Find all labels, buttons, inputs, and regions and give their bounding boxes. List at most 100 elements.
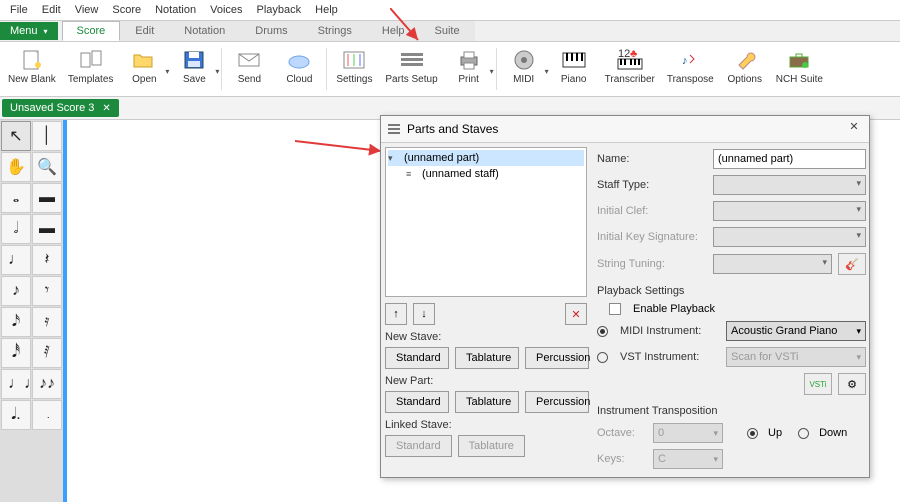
transpose-down-radio[interactable] [798,428,809,439]
name-label: Name: [597,153,707,165]
new-stave-percussion-button[interactable]: Percussion [525,347,589,369]
palette-dot[interactable]: 𝅭 [32,400,62,430]
palette-whole-rest[interactable]: ▬ [32,183,62,213]
new-part-percussion-button[interactable]: Percussion [525,391,589,413]
tab-notation[interactable]: Notation [169,21,240,41]
menu-view[interactable]: View [69,2,105,18]
tab-help[interactable]: Help [367,21,420,41]
parts-and-staves-dialog: Parts and Staves ✕ ▾ (unnamed part) ≡ (u… [380,115,870,478]
parts-tree[interactable]: ▾ (unnamed part) ≡ (unnamed staff) [385,147,587,297]
toolbar-cloud[interactable]: Cloud [274,46,324,87]
tab-strings[interactable]: Strings [303,21,367,41]
toolbar-print[interactable]: Print▾ [444,46,494,87]
document-tab[interactable]: Unsaved Score 3 ✕ [2,99,119,117]
tab-suite[interactable]: Suite [420,21,475,41]
tab-edit[interactable]: Edit [120,21,169,41]
toolbar-piano[interactable]: Piano [549,46,599,87]
palette-beam[interactable]: ♪♪ [32,369,62,399]
new-stave-tablature-button[interactable]: Tablature [455,347,519,369]
palette-triplet[interactable]: ♩♩♩ [1,369,31,399]
toolbar-templates[interactable]: Templates [62,46,120,87]
close-button[interactable]: ✕ [845,120,863,138]
toolbar-nch-suite[interactable]: NCH Suite [770,46,829,87]
menu-file[interactable]: File [4,2,34,18]
palette-eighth-note[interactable]: ♪ [1,276,31,306]
midi-instrument-radio[interactable] [597,326,608,337]
new-part-standard-button[interactable]: Standard [385,391,449,413]
palette-quarter-note[interactable]: ♩ [1,245,31,275]
vsti-settings-button[interactable]: VSTi [804,373,832,395]
initial-key-label: Initial Key Signature: [597,231,707,243]
palette-half-rest[interactable]: ▬ [32,214,62,244]
menubar: File Edit View Score Notation Voices Pla… [0,0,900,20]
tab-score[interactable]: Score [62,21,121,41]
toolbar-new-blank[interactable]: New Blank [2,46,62,87]
dialog-title: Parts and Staves [407,122,839,136]
palette-whole-note[interactable]: 𝅝 [1,183,31,213]
sliders-icon: ⚙ [847,378,857,391]
delete-button[interactable]: ✕ [565,303,587,325]
menu-edit[interactable]: Edit [36,2,67,18]
staff-type-combo[interactable] [713,175,866,195]
toolbar-transcriber[interactable]: 12♣Transcriber [599,46,661,87]
menu-help[interactable]: Help [309,2,344,18]
move-down-button[interactable]: ↓ [413,303,435,325]
toolbar-save[interactable]: Save▾ [169,46,219,87]
staff-type-label: Staff Type: [597,179,707,191]
octave-label: Octave: [597,427,647,439]
wrench-icon [731,48,759,72]
page-sparkle-icon [18,48,46,72]
toolbar-open[interactable]: Open▾ [119,46,169,87]
string-tuning-label: String Tuning: [597,258,707,270]
enable-playback-checkbox[interactable] [609,303,621,315]
svg-text:♣: ♣ [630,49,637,60]
menu-voices[interactable]: Voices [204,2,248,18]
tree-part-node[interactable]: ▾ (unnamed part) [388,150,584,166]
palette-dotted[interactable]: 𝅘𝅥. [1,400,31,430]
transposition-title: Instrument Transposition [597,405,866,417]
collapse-icon[interactable]: ▾ [388,153,400,164]
menu-playback[interactable]: Playback [251,2,308,18]
linked-stave-tablature-button[interactable]: Tablature [458,435,525,457]
new-part-tablature-button[interactable]: Tablature [455,391,519,413]
guitar-icon: 🎸 [845,258,859,271]
dialog-titlebar[interactable]: Parts and Staves ✕ [381,116,869,143]
move-up-button[interactable]: ↑ [385,303,407,325]
palette-bar-tool[interactable]: │ [32,121,62,151]
palette-thirtysecond-rest[interactable]: 𝅀 [32,338,62,368]
enable-playback-label: Enable Playback [633,303,715,315]
palette-selection-tool[interactable]: ↖ [1,121,31,151]
menu-score[interactable]: Score [106,2,147,18]
toolbar-options[interactable]: Options [720,46,770,87]
palette-sixteenth-note[interactable]: 𝅘𝅥𝅯 [1,307,31,337]
new-stave-standard-button[interactable]: Standard [385,347,449,369]
midi-instrument-combo[interactable]: Acoustic Grand Piano [726,321,866,341]
palette-half-note[interactable]: 𝅗𝅥 [1,214,31,244]
vst-instrument-radio[interactable] [597,352,608,363]
parts-icon [387,122,401,136]
tab-drums[interactable]: Drums [240,21,302,41]
octave-combo: 0 [653,423,723,443]
menu-notation[interactable]: Notation [149,2,202,18]
toolbar-parts-setup[interactable]: Parts Setup [379,46,443,87]
palette-eighth-rest[interactable]: 𝄾 [32,276,62,306]
palette-thirtysecond-note[interactable]: 𝅘𝅥𝅰 [1,338,31,368]
transpose-up-radio[interactable] [747,428,758,439]
toolbar-send[interactable]: Send [224,46,274,87]
name-input[interactable] [713,149,866,169]
toolbar-transpose[interactable]: ♪Transpose [661,46,720,87]
menu-button[interactable]: Menu [0,22,58,40]
tree-staff-node[interactable]: ≡ (unnamed staff) [388,166,584,182]
palette-hand-tool[interactable]: ✋ [1,152,31,182]
toolbar-settings[interactable]: Settings [329,46,379,87]
linked-stave-standard-button[interactable]: Standard [385,435,452,457]
close-icon[interactable]: ✕ [102,103,110,114]
staff-icon: ≡ [406,169,418,179]
tree-staff-label: (unnamed staff) [422,168,499,180]
svg-text:♪: ♪ [682,55,688,67]
toolbar-midi[interactable]: MIDI▾ [499,46,549,87]
palette-zoom-tool[interactable]: 🔍 [32,152,62,182]
toolbar: New Blank Templates Open▾ Save▾ Send Clo… [0,42,900,97]
palette-sixteenth-rest[interactable]: 𝄿 [32,307,62,337]
palette-quarter-rest[interactable]: 𝄽 [32,245,62,275]
